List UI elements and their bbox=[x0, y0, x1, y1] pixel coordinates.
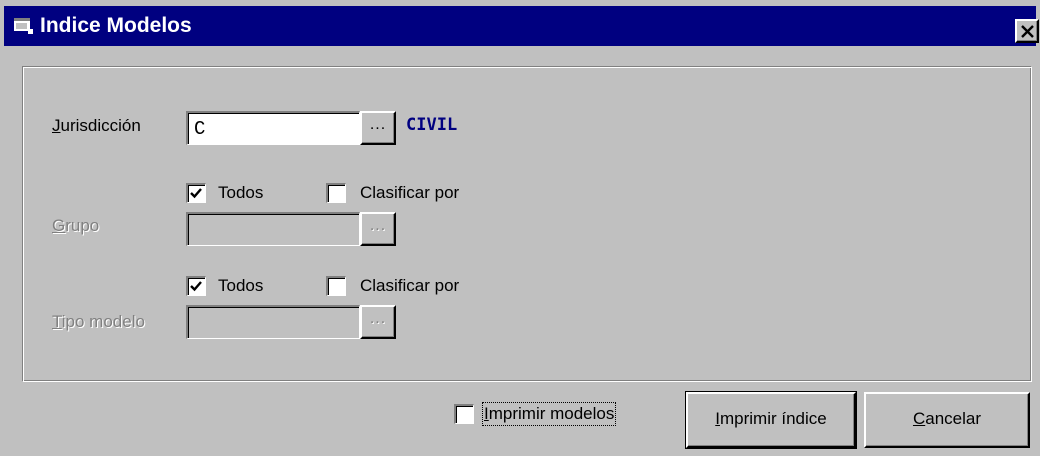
tipo-clasificar-label: Clasificar por bbox=[360, 276, 460, 295]
grupo-browse-button[interactable]: ... bbox=[360, 212, 396, 246]
grupo-label: Grupo bbox=[52, 216, 100, 235]
imprimir-indice-button[interactable]: Imprimir índice bbox=[685, 391, 857, 449]
filter-group-frame bbox=[22, 66, 1032, 382]
tipo-clasificar-checkbox[interactable] bbox=[326, 276, 346, 296]
window-app-icon bbox=[14, 18, 34, 34]
jurisdiccion-label: Jurisdicción bbox=[52, 116, 141, 135]
imprimir-modelos-label: Imprimir modelos bbox=[481, 402, 617, 426]
window-title: Indice Modelos bbox=[40, 14, 192, 37]
jurisdiccion-input[interactable]: C bbox=[186, 111, 360, 145]
grupo-clasificar-label: Clasificar por bbox=[360, 183, 460, 202]
grupo-clasificar-checkbox[interactable] bbox=[326, 183, 346, 203]
imprimir-modelos-checkbox[interactable] bbox=[454, 404, 474, 424]
cancelar-button[interactable]: Cancelar bbox=[864, 392, 1030, 448]
tipo-modelo-label: Tipo modelo bbox=[52, 312, 145, 331]
tipo-todos-label: Todos bbox=[218, 276, 264, 295]
jurisdiccion-browse-button[interactable]: ... bbox=[360, 111, 396, 145]
tipo-modelo-browse-button[interactable]: ... bbox=[360, 305, 396, 339]
title-bar: Indice Modelos bbox=[4, 6, 1039, 46]
tipo-modelo-input[interactable] bbox=[186, 305, 360, 339]
tipo-todos-checkbox[interactable] bbox=[186, 276, 206, 296]
grupo-input[interactable] bbox=[186, 212, 360, 246]
close-button[interactable] bbox=[1015, 19, 1039, 43]
indice-modelos-dialog: Indice Modelos Jurisdicción C ... CIVIL … bbox=[0, 0, 1040, 456]
grupo-todos-label: Todos bbox=[218, 183, 264, 202]
jurisdiccion-description: CIVIL bbox=[406, 115, 458, 135]
grupo-todos-checkbox[interactable] bbox=[186, 183, 206, 203]
